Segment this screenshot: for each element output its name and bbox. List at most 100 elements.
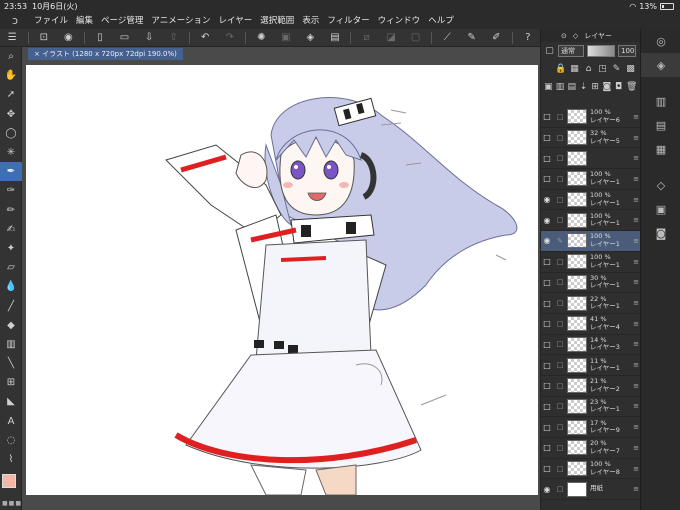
fill-icon[interactable]: ◈	[298, 29, 323, 47]
zoom-tool-icon[interactable]: ⌕	[0, 47, 22, 66]
layer-menu-icon[interactable]: ≡	[633, 465, 639, 473]
layer-property-icon[interactable]: ▢	[544, 46, 555, 56]
layer-menu-icon[interactable]: ≡	[633, 134, 639, 142]
layer-edit-icon[interactable]: □	[553, 444, 567, 452]
navigator-tab-icon[interactable]: ⊙	[561, 32, 567, 40]
layer-edit-icon[interactable]: □	[553, 423, 567, 431]
sub-tool-icon[interactable]: ◇	[641, 173, 680, 197]
layer-menu-icon[interactable]: ≡	[633, 278, 639, 286]
opacity-slider[interactable]	[587, 45, 615, 57]
color-wheel-icon[interactable]: ▥	[641, 89, 680, 113]
layer-menu-icon[interactable]: ≡	[633, 320, 639, 328]
layer-color-icon[interactable]: ▩	[625, 64, 636, 74]
layer-menu-icon[interactable]: ≡	[633, 258, 639, 266]
brush-settings-icon[interactable]: ✎	[459, 29, 484, 47]
menu-layer[interactable]: レイヤー	[215, 13, 257, 29]
layer-edit-icon[interactable]: □	[553, 340, 567, 348]
brush-tool-icon[interactable]: ✍	[0, 220, 22, 239]
draft-layer-icon[interactable]: ✎	[611, 64, 622, 74]
new-folder-icon[interactable]: ▤	[567, 82, 577, 92]
layer-row[interactable]: □ □ 11 % レイヤー1 ≡	[541, 355, 641, 376]
layer-menu-icon[interactable]: ≡	[633, 382, 639, 390]
transfer-down-icon[interactable]: ⇣	[579, 82, 588, 92]
layer-edit-icon[interactable]: □	[553, 320, 567, 328]
mask-icon[interactable]: ◙	[603, 82, 612, 92]
combine-layer-icon[interactable]: ⊞	[591, 82, 600, 92]
layer-row[interactable]: □ □ 14 % レイヤー3 ≡	[541, 335, 641, 356]
layer-row[interactable]: □ □ 21 % レイヤー2 ≡	[541, 376, 641, 397]
clip-icon[interactable]: ◳	[597, 64, 608, 74]
layer-row[interactable]: ◉ □ 100 % レイヤー1 ≡	[541, 190, 641, 211]
camera-icon[interactable]: ◙	[641, 221, 680, 245]
layer-edit-icon[interactable]: □	[553, 113, 567, 121]
layer-edit-icon[interactable]: □	[553, 154, 567, 162]
material-icon[interactable]: ▣	[641, 197, 680, 221]
frame-tool-icon[interactable]: ⊞	[0, 373, 22, 392]
layer-menu-icon[interactable]: ≡	[633, 237, 639, 245]
drawing-canvas[interactable]	[26, 65, 538, 495]
layer-menu-icon[interactable]: ≡	[633, 340, 639, 348]
hand-tool-icon[interactable]: ✋	[0, 66, 22, 85]
menu-animation[interactable]: アニメーション	[147, 13, 214, 29]
help-icon[interactable]: ?	[516, 29, 541, 47]
layer-row[interactable]: □ □ 22 % レイヤー1 ≡	[541, 293, 641, 314]
layer-menu-icon[interactable]: ≡	[633, 196, 639, 204]
layer-menu-icon[interactable]: ≡	[633, 444, 639, 452]
layer-menu-icon[interactable]: ≡	[633, 216, 639, 224]
layer-row[interactable]: ◉ □ 100 % レイヤー1 ≡	[541, 210, 641, 232]
layer-edit-icon[interactable]: □	[553, 216, 567, 224]
new-document-icon[interactable]: ▯	[88, 29, 113, 47]
pen-tool-icon[interactable]: ✑	[0, 181, 22, 200]
move-tool-icon[interactable]: ✥	[0, 105, 22, 124]
reference-layer-icon[interactable]: ⌂	[583, 64, 594, 74]
layer-edit-icon[interactable]: □	[553, 382, 567, 390]
visibility-eye-icon[interactable]: □	[541, 340, 553, 349]
save-icon[interactable]: ⇩	[137, 29, 162, 47]
navigator-icon[interactable]: ◎	[641, 29, 680, 53]
lock-transparency-icon[interactable]: ▦	[569, 64, 580, 74]
menu-file[interactable]: ファイル	[30, 13, 72, 29]
airbrush-tool-icon[interactable]: ✦	[0, 239, 22, 258]
layer-menu-icon[interactable]: ≡	[633, 175, 639, 183]
layer-edit-icon[interactable]: □	[553, 134, 567, 142]
dropper-tool-icon[interactable]: ╱	[0, 296, 22, 315]
menu-window[interactable]: ウィンドウ	[374, 13, 425, 29]
layer-menu-icon[interactable]: ≡	[633, 423, 639, 431]
menu-edit[interactable]: 編集	[72, 13, 97, 29]
color-mode-icon[interactable]: ■■■	[2, 500, 22, 507]
visibility-eye-icon[interactable]: □	[541, 174, 553, 183]
blend-tool-icon[interactable]: 💧	[0, 277, 22, 296]
line-tool-icon[interactable]: ╲	[0, 354, 22, 373]
companion-icon[interactable]: ◉	[56, 29, 81, 47]
lasso-tool-icon[interactable]: ◯	[0, 124, 22, 143]
opacity-value[interactable]: 100	[618, 45, 636, 57]
visibility-eye-icon[interactable]: □	[541, 112, 553, 121]
invert-selection-icon[interactable]: ◪	[379, 29, 404, 47]
pencil-tool-icon[interactable]: ✏	[0, 201, 22, 220]
hamburger-icon[interactable]: ☰	[0, 29, 25, 47]
layer-edit-icon[interactable]: □	[553, 278, 567, 286]
undo-icon[interactable]: ↶	[193, 29, 218, 47]
clear-icon[interactable]: ▣	[274, 29, 299, 47]
gradient-tool-icon[interactable]: ▥	[0, 335, 22, 354]
visibility-eye-icon[interactable]: □	[541, 381, 553, 390]
document-tab[interactable]: × イラスト (1280 x 720px 72dpi 190.0%)	[28, 48, 183, 60]
operation-tool-icon[interactable]: ➚	[0, 85, 22, 104]
foreground-color-swatch[interactable]	[2, 474, 16, 488]
layer-row[interactable]: ◉ ✎ 100 % レイヤー1 ≡	[541, 231, 641, 252]
layer-edit-icon[interactable]: □	[553, 465, 567, 473]
layer-edit-icon[interactable]: □	[553, 402, 567, 410]
layer-edit-icon[interactable]: □	[553, 175, 567, 183]
visibility-eye-icon[interactable]: □	[541, 133, 553, 142]
visibility-eye-icon[interactable]: □	[541, 299, 553, 308]
lock-icon[interactable]: 🔒	[555, 64, 566, 74]
eyedropper-tool-icon[interactable]: ✒	[0, 162, 22, 182]
blend-mode-select[interactable]: 通常	[558, 45, 584, 57]
open-folder-icon[interactable]: ▭	[112, 29, 137, 47]
redo-icon[interactable]: ↷	[217, 29, 242, 47]
layer-edit-icon[interactable]: ✎	[553, 237, 567, 245]
layer-menu-icon[interactable]: ≡	[633, 361, 639, 369]
visibility-eye-icon[interactable]: □	[541, 402, 553, 411]
layer-menu-icon[interactable]: ≡	[633, 402, 639, 410]
transform-icon[interactable]: ▤	[323, 29, 348, 47]
